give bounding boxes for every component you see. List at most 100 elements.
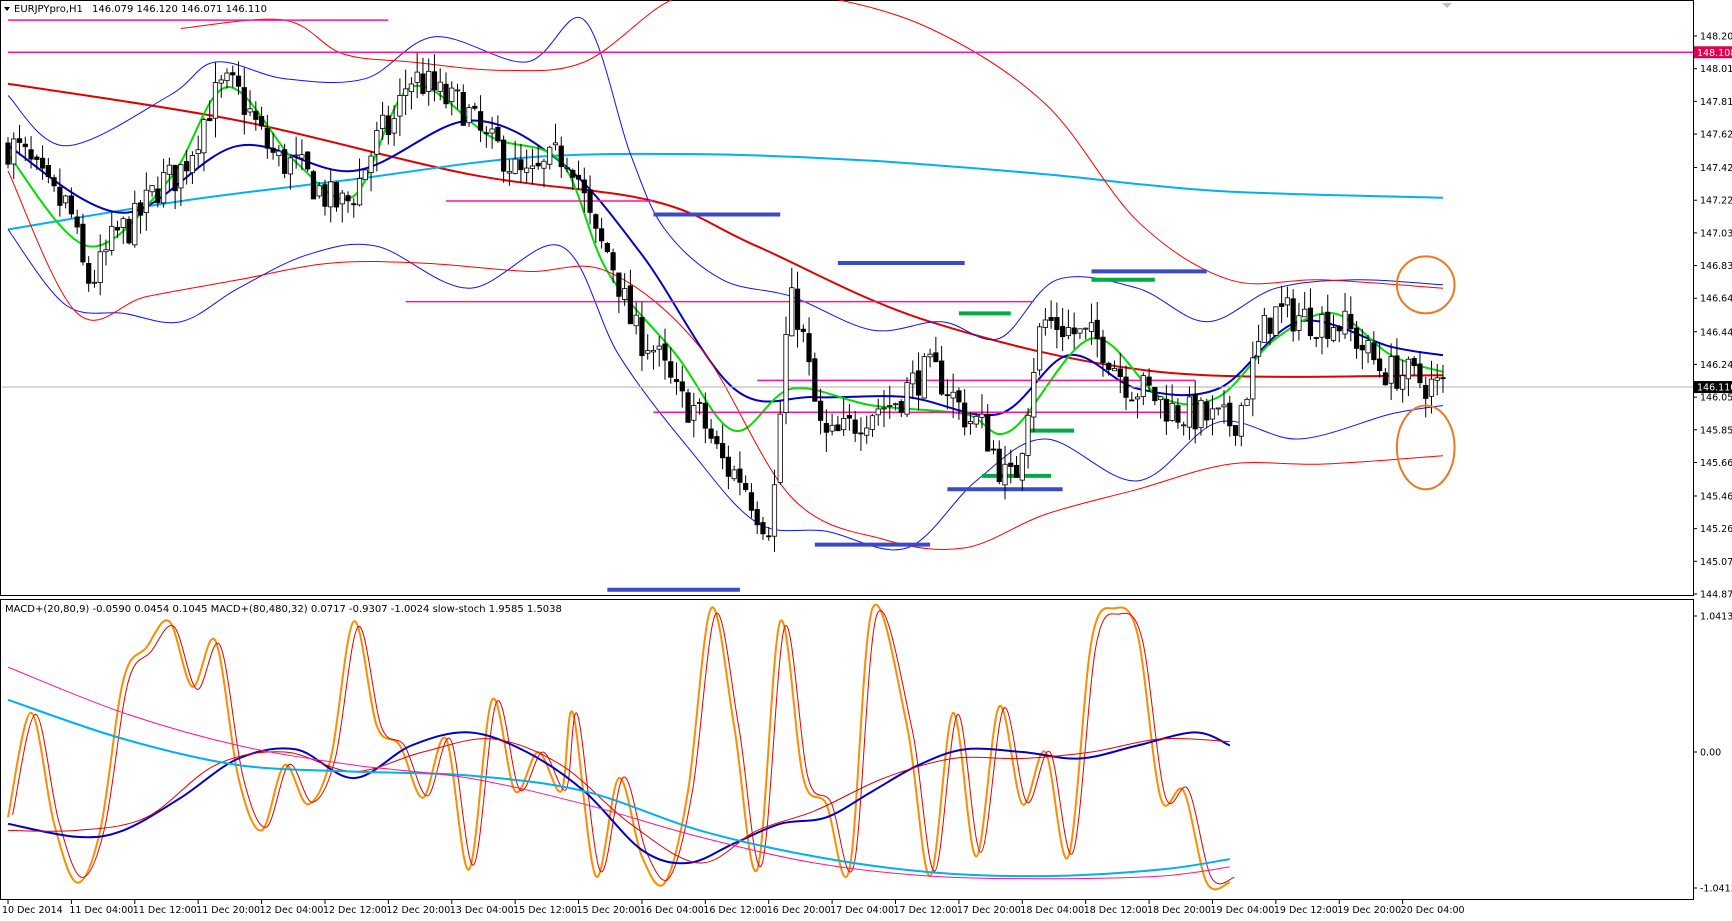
candle-bull[interactable]	[910, 372, 916, 385]
candle-bear[interactable]	[1417, 363, 1423, 384]
candle-bear[interactable]	[823, 423, 829, 433]
candle-bull[interactable]	[1302, 308, 1308, 318]
candle-bull[interactable]	[564, 166, 570, 169]
candle-bear[interactable]	[1117, 368, 1123, 378]
candle-bull[interactable]	[950, 391, 956, 399]
candle-bull[interactable]	[408, 83, 415, 93]
candle-bull[interactable]	[368, 155, 374, 174]
candle-bull[interactable]	[63, 195, 69, 204]
candle-bear[interactable]	[1423, 385, 1429, 399]
candle-bear[interactable]	[1152, 386, 1158, 402]
candle-bull[interactable]	[645, 350, 651, 354]
candle-bull[interactable]	[339, 192, 345, 205]
candle-bear[interactable]	[685, 392, 691, 423]
candle-bull[interactable]	[1221, 404, 1227, 408]
candle-bear[interactable]	[996, 448, 1002, 483]
candle-bull[interactable]	[247, 108, 253, 113]
candle-bear[interactable]	[333, 181, 340, 208]
candle-bear[interactable]	[1307, 307, 1314, 337]
candle-bull[interactable]	[1209, 408, 1216, 420]
candle-bear[interactable]	[258, 116, 265, 127]
candle-bear[interactable]	[668, 361, 674, 378]
chart-canvas[interactable]: 148.205 148.010 147.815 147.620 147.420 147.2…	[0, 0, 1732, 918]
candle-bear[interactable]	[68, 195, 74, 215]
candle-bull[interactable]	[316, 185, 322, 197]
candle-bear[interactable]	[322, 184, 328, 207]
candle-bear[interactable]	[748, 492, 755, 511]
candle-bull[interactable]	[927, 353, 933, 358]
candle-bull[interactable]	[1215, 407, 1221, 410]
candle-bear[interactable]	[985, 413, 991, 452]
candle-bull[interactable]	[875, 408, 881, 416]
candle-bull[interactable]	[1134, 396, 1141, 400]
candle-bear[interactable]	[345, 195, 351, 202]
candle-bull[interactable]	[212, 82, 219, 119]
candle-bear[interactable]	[858, 432, 864, 435]
candle-bear[interactable]	[51, 177, 57, 187]
candle-bear[interactable]	[1175, 405, 1181, 423]
candle-bear[interactable]	[1060, 326, 1066, 338]
candle-bear[interactable]	[852, 419, 858, 434]
candle-bull[interactable]	[506, 171, 512, 174]
candle-bear[interactable]	[1146, 376, 1152, 386]
candle-bear[interactable]	[535, 162, 541, 167]
candle-bear[interactable]	[593, 214, 599, 229]
candle-bear[interactable]	[385, 115, 391, 136]
candle-bear[interactable]	[575, 174, 582, 180]
candle-bull[interactable]	[201, 119, 207, 154]
candle-bear[interactable]	[794, 288, 801, 330]
candle-bear[interactable]	[184, 161, 190, 172]
candle-bear[interactable]	[754, 509, 760, 526]
candle-bear[interactable]	[1054, 316, 1060, 330]
candle-bear[interactable]	[1094, 319, 1100, 340]
candle-bull[interactable]	[189, 155, 196, 174]
candle-bull[interactable]	[1036, 326, 1043, 371]
candle-bull[interactable]	[1400, 375, 1406, 390]
candle-bull[interactable]	[921, 356, 927, 399]
candle-bull[interactable]	[109, 225, 115, 251]
candle-bear[interactable]	[45, 165, 51, 177]
candle-bull[interactable]	[299, 154, 305, 159]
candle-bull[interactable]	[1169, 402, 1175, 422]
candle-bull[interactable]	[1111, 368, 1118, 372]
candle-bull[interactable]	[650, 350, 657, 353]
candle-bear[interactable]	[80, 223, 86, 263]
candle-bull[interactable]	[552, 142, 559, 146]
candle-bear[interactable]	[57, 186, 63, 206]
candle-bear[interactable]	[1008, 462, 1014, 467]
candle-bear[interactable]	[939, 360, 945, 395]
candle-bull[interactable]	[1042, 319, 1048, 328]
candle-bull[interactable]	[178, 164, 184, 189]
candle-bull[interactable]	[328, 181, 334, 208]
candle-bear[interactable]	[253, 110, 259, 120]
candle-bull[interactable]	[397, 95, 403, 117]
candle-bull[interactable]	[276, 150, 282, 156]
candle-bull[interactable]	[391, 118, 397, 134]
candle-bull[interactable]	[1065, 327, 1072, 337]
candle-bear[interactable]	[1071, 327, 1077, 335]
candle-bear[interactable]	[662, 343, 668, 361]
candle-bear[interactable]	[990, 448, 997, 451]
candle-bear[interactable]	[1048, 317, 1054, 321]
trading-chart-window[interactable]: 148.205 148.010 147.815 147.620 147.420 147.2…	[0, 0, 1732, 918]
candle-bull[interactable]	[541, 160, 547, 169]
candle-bull[interactable]	[1238, 405, 1244, 437]
candle-bull[interactable]	[633, 314, 639, 327]
candle-bear[interactable]	[1267, 317, 1273, 334]
candle-bear[interactable]	[1371, 342, 1377, 361]
candle-bull[interactable]	[1031, 371, 1037, 418]
candle-bear[interactable]	[172, 164, 178, 192]
candle-bear[interactable]	[933, 352, 939, 363]
candle-bull[interactable]	[374, 130, 380, 155]
candle-bull[interactable]	[864, 427, 870, 436]
candle-bull[interactable]	[1365, 339, 1371, 354]
candle-bull[interactable]	[1083, 327, 1089, 330]
candle-bear[interactable]	[1336, 326, 1342, 332]
candle-bull[interactable]	[771, 484, 778, 537]
candle-bull[interactable]	[696, 402, 703, 404]
candle-bull[interactable]	[1140, 375, 1146, 397]
candle-bear[interactable]	[679, 381, 685, 392]
candle-bear[interactable]	[1163, 398, 1169, 422]
candle-bear[interactable]	[639, 316, 645, 357]
candle-bull[interactable]	[979, 413, 985, 418]
